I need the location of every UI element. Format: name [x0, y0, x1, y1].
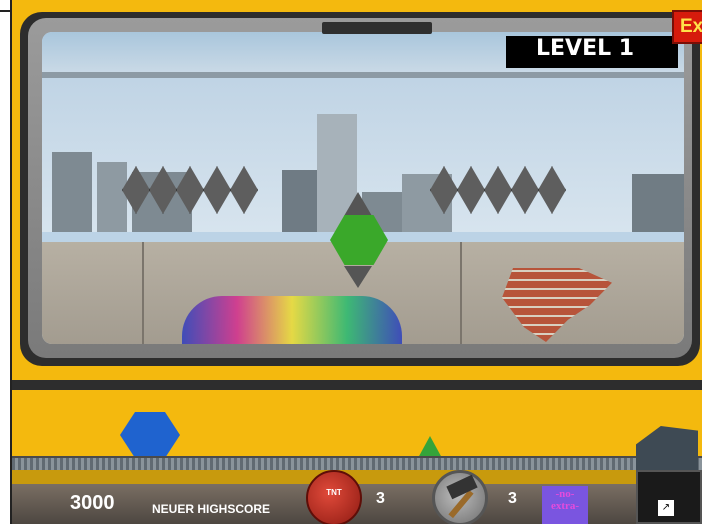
trash-lid	[636, 426, 698, 472]
dynamite-label: TNT	[326, 488, 342, 497]
left-frame-border	[0, 0, 12, 524]
hammer-count: 3	[508, 490, 517, 507]
stone-block	[203, 166, 231, 214]
score-value: 3000	[70, 492, 115, 514]
stone-block	[149, 166, 177, 214]
stone-block	[511, 166, 539, 214]
window-sill	[12, 380, 702, 390]
dynamite-count: 3	[376, 490, 385, 507]
graffiti-art	[182, 296, 402, 344]
stone-block	[484, 166, 512, 214]
highscore-label: NEUER HIGHSCORE	[152, 502, 271, 516]
stone-block	[538, 166, 566, 214]
stone-block	[122, 166, 150, 214]
stone-block	[230, 166, 258, 214]
building	[52, 152, 92, 232]
stone-block	[457, 166, 485, 214]
block-group-right	[430, 166, 566, 214]
blue-paddle[interactable]	[120, 412, 180, 458]
window-handle	[322, 22, 432, 34]
building	[632, 174, 684, 232]
wall-seam	[460, 242, 462, 344]
exit-sign-icon: ↗	[658, 500, 674, 516]
exit-button[interactable]: Exit	[672, 10, 702, 44]
hammer-icon[interactable]	[432, 470, 488, 524]
green-ball	[418, 436, 442, 458]
dynamite-icon[interactable]	[306, 470, 362, 524]
level-label: LEVEL 1	[536, 36, 635, 61]
wall-seam	[142, 242, 144, 344]
block-group-left	[122, 166, 258, 214]
no-extra-slot: -no- extra-	[542, 486, 588, 524]
stone-block	[430, 166, 458, 214]
stone-block	[176, 166, 204, 214]
trash-body: ↗	[636, 470, 702, 524]
trash-bin[interactable]: ↗	[636, 426, 702, 524]
game-canvas[interactable]: LEVEL 1 Exit 3000 NEUER HIGHSCORE TNT 3	[12, 0, 702, 524]
paddle-rail	[12, 456, 702, 470]
